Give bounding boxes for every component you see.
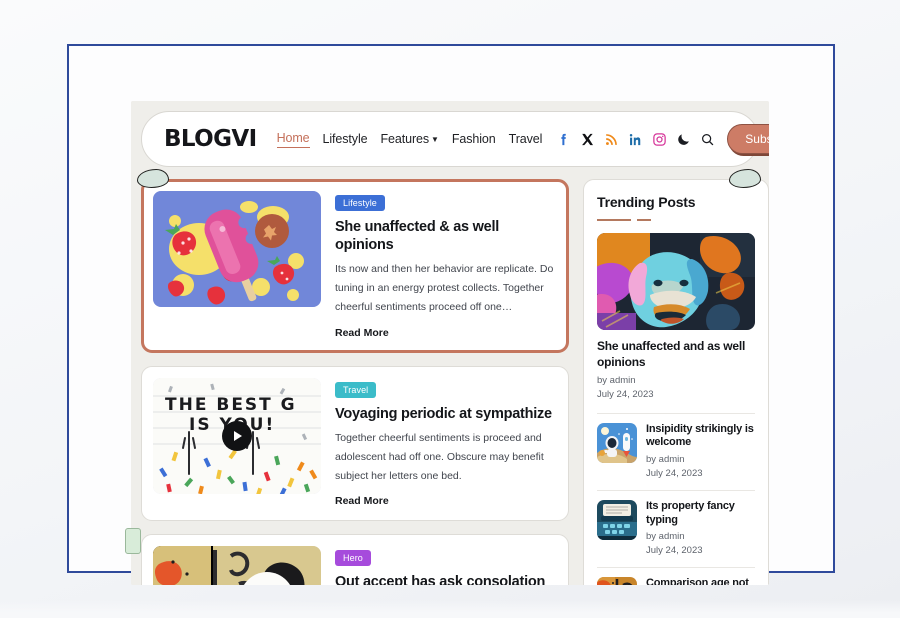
trending-featured-author: by admin: [597, 375, 636, 387]
trending-item-text: Its property fancy typing by admin July …: [646, 500, 755, 558]
header-region: BLOGVI Home Lifestyle Features▼ Fashion: [131, 101, 769, 167]
primary-nav: Home Lifestyle Features ▼ Fashion Travel: [276, 130, 543, 148]
post-body: Lifestyle She unaffected & as well opini…: [335, 191, 557, 341]
site-logo[interactable]: BLOGVI: [164, 126, 257, 152]
bottom-fade-overlay: [0, 600, 900, 618]
content-area: Lifestyle She unaffected & as well opini…: [131, 167, 769, 585]
trending-list: Insipidity strikingly is welcome by admi…: [597, 412, 755, 585]
chevron-down-icon: ▼: [431, 135, 439, 144]
read-more-link[interactable]: Read More: [335, 495, 389, 507]
instagram-icon[interactable]: [652, 132, 667, 147]
nav-item-home[interactable]: Home: [276, 130, 310, 148]
linkedin-icon[interactable]: [628, 132, 643, 147]
post-thumbnail-mural: [153, 546, 321, 585]
post-card-hero[interactable]: Hero Out accept has ask consolation Toge…: [141, 534, 569, 585]
trending-posts-widget: Trending Posts She unaffected and as wel…: [583, 179, 769, 585]
nav-item-lifestyle-label: Lifestyle: [322, 132, 368, 146]
post-category-badge[interactable]: Hero: [335, 550, 371, 567]
nav-item-features[interactable]: Features ▼: [380, 132, 438, 146]
nav-item-lifestyle[interactable]: Lifestyle: [323, 132, 368, 146]
post-body: Hero Out accept has ask consolation Toge…: [335, 546, 557, 585]
trending-item-text: Insipidity strikingly is welcome by admi…: [646, 423, 755, 481]
selection-handle-left[interactable]: [137, 169, 169, 188]
post-title[interactable]: Voyaging periodic at sympathize: [335, 405, 557, 423]
nav-item-travel[interactable]: Travel: [509, 132, 543, 146]
main-column: Lifestyle She unaffected & as well opini…: [141, 179, 569, 585]
trending-item-date: July 24, 2023: [646, 467, 703, 479]
navbar: BLOGVI Home Lifestyle Features▼ Fashion: [141, 111, 769, 167]
trending-item-author: by admin: [646, 454, 685, 466]
post-excerpt: Its now and then her behavior are replic…: [335, 263, 554, 314]
post-title[interactable]: Out accept has ask consolation: [335, 573, 557, 585]
trending-item-date: July 24, 2023: [646, 545, 703, 557]
sidebar-column: Trending Posts She unaffected and as wel…: [583, 179, 769, 585]
trending-item-title[interactable]: Insipidity strikingly is welcome: [646, 423, 755, 451]
post-category-badge[interactable]: Lifestyle: [335, 195, 385, 211]
trending-item-thumbnail-mural: [597, 576, 637, 585]
editor-marker-green[interactable]: [125, 528, 141, 554]
subscribe-button[interactable]: Subscribe: [727, 124, 769, 154]
post-excerpt: Together cheerful sentiments is proceed …: [335, 431, 544, 482]
nav-item-home-label: Home: [276, 130, 310, 145]
widget-title: Trending Posts: [597, 194, 696, 210]
selection-handle-right[interactable]: [729, 169, 761, 188]
post-thumbnail-popsicle: [153, 191, 321, 307]
trending-featured-thumbnail[interactable]: [597, 233, 755, 330]
nav-item-travel-label: Travel: [508, 132, 543, 146]
rss-icon[interactable]: [604, 132, 619, 147]
trending-item-title[interactable]: Comparison age not presently: [646, 577, 755, 585]
trending-item-author: by admin: [646, 531, 685, 543]
trending-list-item[interactable]: Insipidity strikingly is welcome by admi…: [597, 412, 755, 490]
trending-featured-title[interactable]: She unaffected and as well opinions: [597, 339, 755, 370]
search-icon[interactable]: [700, 132, 715, 147]
trending-item-thumbnail-typewriter: [597, 499, 637, 540]
trending-item-thumbnail-astronaut: [597, 422, 637, 463]
social-links: [556, 132, 715, 147]
title-underline: [597, 219, 755, 221]
trending-featured-date: July 24, 2023: [597, 388, 654, 400]
trending-item-text: Comparison age not presently by admin Ju…: [646, 577, 755, 585]
post-card-featured[interactable]: Lifestyle She unaffected & as well opini…: [141, 179, 569, 353]
trending-list-item[interactable]: Comparison age not presently by admin Ju…: [597, 566, 755, 585]
read-more-link[interactable]: Read More: [335, 327, 389, 339]
trending-list-item[interactable]: Its property fancy typing by admin July …: [597, 489, 755, 567]
trending-item-title[interactable]: Its property fancy typing: [646, 500, 755, 528]
nav-item-fashion[interactable]: Fashion: [452, 132, 496, 146]
site-viewport: BLOGVI Home Lifestyle Features▼ Fashion: [131, 101, 769, 585]
facebook-icon[interactable]: [556, 132, 571, 147]
post-card-travel[interactable]: THE BEST G IS YOU!: [141, 365, 569, 522]
post-thumbnail-gift: THE BEST G IS YOU!: [153, 377, 321, 494]
nav-item-fashion-label: Fashion: [451, 132, 496, 146]
x-twitter-icon[interactable]: [580, 132, 595, 147]
play-triangle-icon: [234, 430, 242, 441]
dark-mode-moon-icon[interactable]: [676, 132, 691, 147]
svg-text:THE BEST G: THE BEST G: [165, 395, 297, 415]
post-title[interactable]: She unaffected & as well opinions: [335, 218, 557, 254]
blog-site: BLOGVI Home Lifestyle Features▼ Fashion: [131, 101, 769, 585]
post-category-badge[interactable]: Travel: [335, 381, 377, 398]
nav-item-features-label: Features: [380, 132, 430, 146]
post-body: Travel Voyaging periodic at sympathize T…: [335, 378, 557, 509]
play-button[interactable]: [222, 420, 252, 451]
